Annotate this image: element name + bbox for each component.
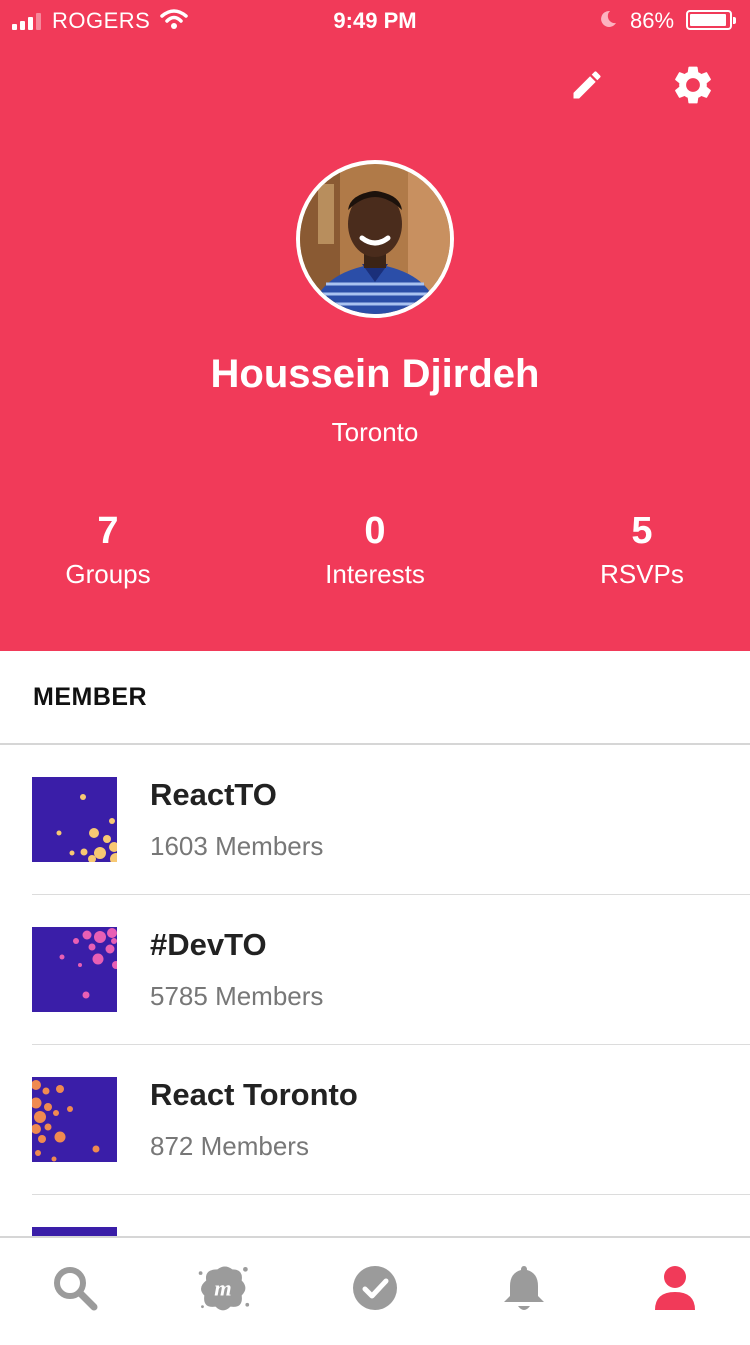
pencil-icon xyxy=(573,71,601,99)
group-thumbnail xyxy=(32,1077,117,1162)
gear-icon xyxy=(675,66,711,104)
settings-button[interactable] xyxy=(668,60,718,110)
profile-location: Toronto xyxy=(331,417,419,447)
stat-label: RSVPs xyxy=(600,559,684,589)
tab-home[interactable]: m xyxy=(195,1260,251,1316)
stat-label: Groups xyxy=(65,559,151,589)
search-icon xyxy=(54,1267,98,1311)
group-members: 872 Members xyxy=(150,1131,309,1161)
tab-calendar[interactable] xyxy=(347,1260,403,1316)
group-name: ReactTO xyxy=(150,777,277,812)
group-thumbnail xyxy=(32,927,117,1012)
stat-groups[interactable]: 7 Groups xyxy=(0,510,233,590)
stat-value: 7 xyxy=(97,510,119,552)
meetup-logo-icon: m xyxy=(198,1266,250,1311)
group-name: React Toronto xyxy=(150,1077,358,1112)
profile-header: ROGERS 9:49 PM 86% Houssein Djirdeh Toro… xyxy=(0,0,750,651)
group-members: 1603 Members xyxy=(150,831,324,861)
stat-value: 0 xyxy=(364,510,386,552)
battery-percent: 86% xyxy=(630,8,675,33)
group-list-item[interactable]: React Toronto 872 Members xyxy=(0,1045,750,1195)
group-list-item[interactable]: #DevTO 5785 Members xyxy=(0,895,750,1045)
profile-icon xyxy=(655,1266,695,1310)
stat-rsvps[interactable]: 5 RSVPs xyxy=(517,510,750,590)
group-members: 5785 Members xyxy=(150,981,324,1011)
avatar[interactable] xyxy=(296,160,454,318)
edit-profile-button[interactable] xyxy=(562,60,612,110)
avatar-photo xyxy=(300,164,450,314)
group-list-item[interactable]: ReactTO 1603 Members xyxy=(0,745,750,895)
group-thumbnail xyxy=(32,777,117,862)
section-title: MEMBER xyxy=(33,683,148,711)
profile-name: Houssein Djirdeh xyxy=(210,352,540,396)
stat-interests[interactable]: 0 Interests xyxy=(250,510,500,590)
bell-icon xyxy=(504,1266,544,1310)
battery-icon xyxy=(686,10,736,30)
moon-icon xyxy=(601,10,616,27)
status-bar: ROGERS 9:49 PM 86% xyxy=(0,0,750,40)
svg-text:m: m xyxy=(214,1275,231,1300)
check-circle-icon xyxy=(353,1266,397,1310)
tab-bar: m xyxy=(0,1236,750,1336)
stat-label: Interests xyxy=(325,559,425,589)
tab-profile[interactable] xyxy=(647,1260,703,1316)
tab-search[interactable] xyxy=(47,1260,103,1316)
stat-value: 5 xyxy=(631,510,653,552)
group-name: #DevTO xyxy=(150,927,267,962)
tab-notifications[interactable] xyxy=(496,1260,552,1316)
